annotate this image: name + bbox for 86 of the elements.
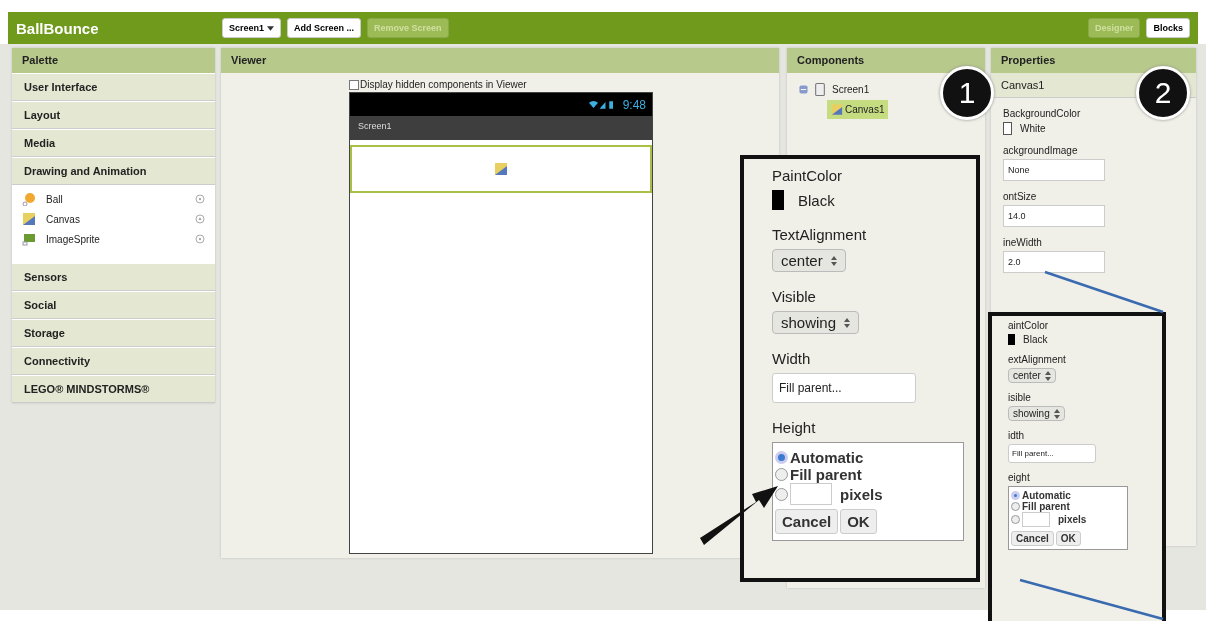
color-value: White — [1020, 123, 1046, 134]
property-label: BackgroundColor — [1003, 108, 1082, 119]
radio-label: Fill parent — [790, 466, 862, 483]
property-label: TextAlignment — [772, 226, 868, 243]
input-field[interactable] — [1022, 512, 1050, 527]
palette-item[interactable]: Canvas — [46, 213, 185, 225]
property-label: extAlignment — [1008, 354, 1067, 365]
palette-category[interactable]: User Interface — [12, 73, 215, 101]
panel-header: Components — [787, 48, 985, 73]
caret-icon — [267, 25, 275, 31]
updown-icon — [830, 255, 837, 266]
screen-icon — [814, 83, 826, 96]
property-label: Visible — [772, 288, 817, 305]
dialog-button[interactable]: Cancel — [1011, 531, 1054, 546]
ball-icon — [22, 192, 36, 206]
dialog-button[interactable]: OK — [840, 509, 877, 534]
view-tab[interactable]: Blocks — [1146, 18, 1190, 38]
input-field[interactable] — [790, 483, 832, 505]
input-field[interactable]: Fill parent... — [772, 373, 916, 403]
property-label: ontSize — [1003, 191, 1038, 202]
property-label: ackgroundImage — [1003, 145, 1079, 156]
radio-button[interactable] — [775, 451, 788, 464]
radio-button[interactable] — [775, 468, 788, 481]
color-swatch[interactable] — [1008, 334, 1015, 345]
select-dropdown[interactable]: center — [1008, 368, 1056, 383]
palette-item[interactable]: ImageSprite — [46, 233, 185, 245]
radio-label: Fill parent — [1022, 501, 1070, 512]
property-label: Height — [772, 419, 817, 436]
canvas-icon — [22, 212, 36, 226]
palette-category[interactable]: Sensors — [12, 263, 215, 291]
radio-label: Automatic — [790, 449, 864, 466]
property-field[interactable]: None — [1003, 159, 1105, 181]
palette-category[interactable]: Social — [12, 291, 215, 319]
clock-text: 9:48 — [622, 97, 646, 112]
screen-title: Screen1 — [350, 116, 652, 140]
property-field[interactable]: 2.0 — [1003, 251, 1105, 273]
updown-icon — [1044, 370, 1051, 381]
tree-item[interactable]: Canvas1 — [827, 100, 889, 119]
panel-header: Viewer — [221, 48, 779, 73]
canvas-component[interactable] — [350, 145, 652, 193]
panel-header: Palette — [12, 48, 215, 73]
collapse-icon[interactable] — [799, 85, 808, 94]
tree-item[interactable]: Screen1 — [832, 84, 870, 95]
checkbox[interactable] — [349, 79, 359, 90]
radio-button[interactable] — [1011, 515, 1020, 524]
palette-category[interactable]: LEGO® MINDSTORMS® — [12, 375, 215, 403]
property-field[interactable]: 14.0 — [1003, 205, 1105, 227]
color-value: Black — [1023, 334, 1048, 345]
radio-label: pixels — [840, 485, 883, 503]
property-label: eight — [1008, 472, 1031, 483]
color-swatch[interactable] — [772, 190, 784, 210]
canvas-icon — [831, 103, 843, 116]
radio-button[interactable] — [1011, 491, 1020, 500]
palette-item[interactable]: Ball — [46, 193, 185, 205]
color-value: Black — [798, 191, 835, 209]
property-label: isible — [1008, 392, 1032, 403]
radio-button[interactable] — [775, 487, 788, 501]
image-icon — [22, 232, 36, 246]
property-label: PaintColor — [772, 167, 844, 184]
app-title: BallBounce — [16, 19, 100, 37]
palette-category[interactable]: Layout — [12, 101, 215, 129]
checkbox-label: Display hidden components in Viewer — [360, 79, 527, 90]
radio-button[interactable] — [1011, 502, 1020, 511]
color-swatch[interactable] — [1003, 122, 1012, 135]
select-dropdown[interactable]: showing — [772, 311, 860, 334]
property-label: idth — [1008, 430, 1026, 441]
radio-label: pixels — [1058, 514, 1087, 525]
property-label: Width — [772, 350, 812, 367]
updown-icon — [1053, 408, 1060, 419]
property-label: aintColor — [1008, 320, 1050, 331]
radio-label: Automatic — [1022, 490, 1071, 501]
toolbar-button[interactable]: Add Screen ... — [287, 18, 362, 38]
canvas-icon — [494, 162, 508, 176]
screen-dropdown[interactable]: Screen1 — [222, 18, 282, 38]
palette-category[interactable]: Drawing and Animation — [12, 157, 215, 185]
palette-category[interactable]: Connectivity — [12, 347, 215, 375]
palette-category[interactable]: Storage — [12, 319, 215, 347]
panel-header: Properties — [991, 48, 1196, 73]
input-field[interactable]: Fill parent... — [1008, 444, 1096, 463]
select-dropdown[interactable]: center — [772, 249, 846, 272]
select-dropdown[interactable]: showing — [1008, 406, 1065, 421]
palette-category[interactable]: Media — [12, 129, 215, 157]
updown-icon — [844, 317, 851, 328]
dialog-button[interactable]: OK — [1055, 531, 1081, 546]
dialog-button[interactable]: Cancel — [775, 509, 839, 534]
property-label: ineWidth — [1003, 237, 1043, 248]
